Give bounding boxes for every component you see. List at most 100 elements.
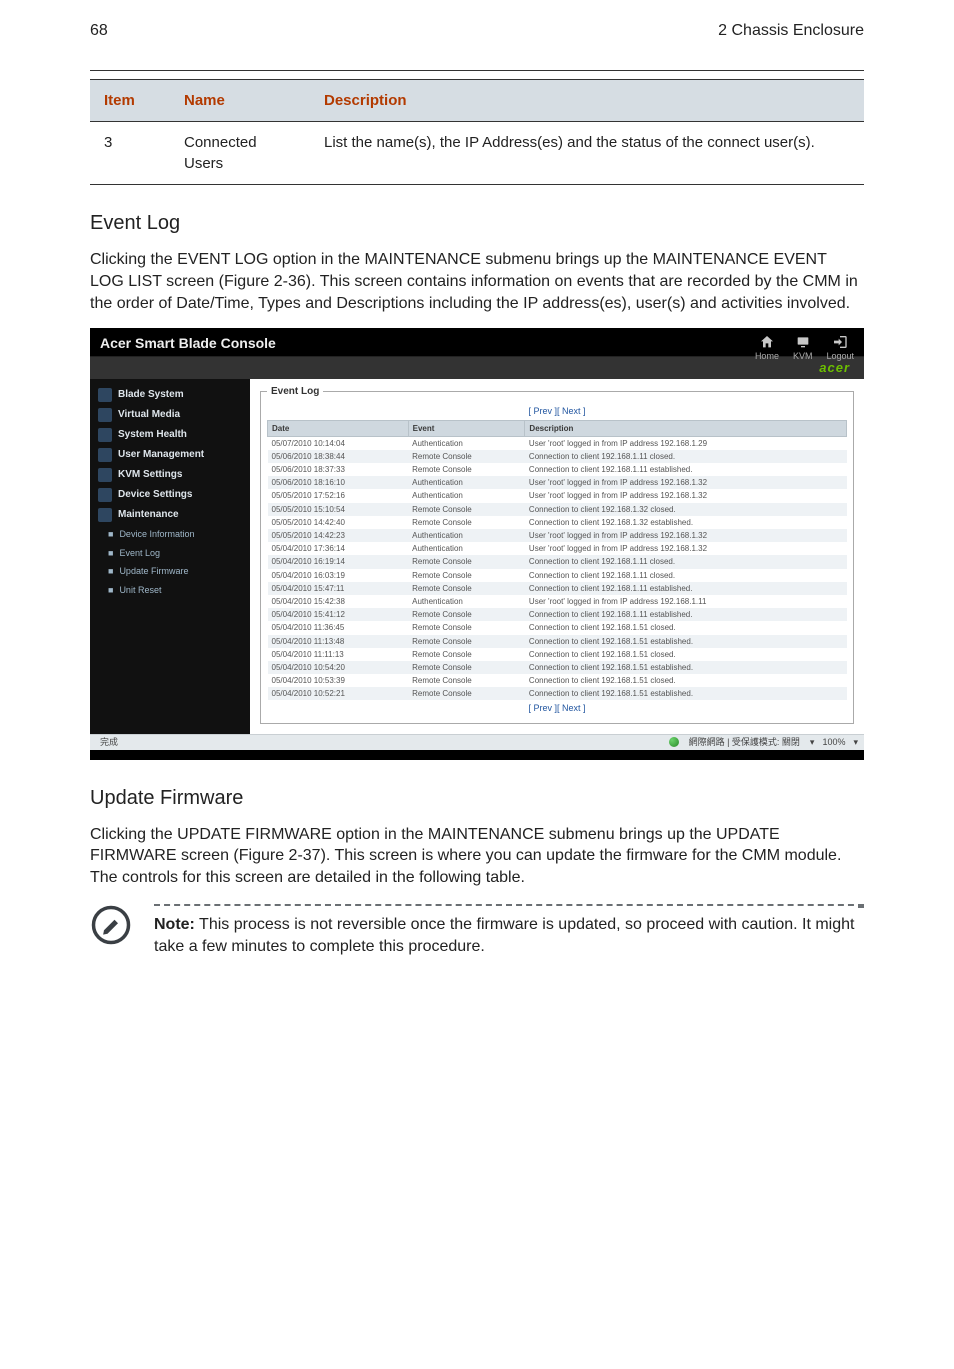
sidebar-sub-event-log[interactable]: ■Event Log xyxy=(90,544,250,563)
elog-cell-desc: Connection to client 192.168.1.51 establ… xyxy=(525,661,847,674)
elog-cell-desc: Connection to client 192.168.1.11 establ… xyxy=(525,608,847,621)
bullet-icon: ■ xyxy=(108,584,113,597)
elog-cell-date: 05/07/2010 10:14:04 xyxy=(268,436,409,450)
elog-cell-desc: User 'root' logged in from IP address 19… xyxy=(525,595,847,608)
elog-cell-event: Remote Console xyxy=(408,582,525,595)
bullet-icon: ■ xyxy=(108,565,113,578)
elog-row: 05/04/2010 15:41:12Remote ConsoleConnect… xyxy=(268,608,847,621)
note-label: Note: xyxy=(154,916,195,933)
event-log-pager-top[interactable]: [ Prev ][ Next ] xyxy=(267,405,847,418)
sidebar-label: Device Settings xyxy=(118,488,192,502)
elog-cell-desc: User 'root' logged in from IP address 19… xyxy=(525,476,847,489)
elog-row: 05/06/2010 18:37:33Remote ConsoleConnect… xyxy=(268,463,847,476)
update-firmware-heading: Update Firmware xyxy=(90,784,864,812)
elog-cell-event: Remote Console xyxy=(408,621,525,634)
pencil-note-icon xyxy=(90,904,132,946)
elog-row: 05/05/2010 15:10:54Remote ConsoleConnect… xyxy=(268,503,847,516)
kvm-label: KVM xyxy=(793,350,813,363)
sidebar-item-blade-system[interactable]: Blade System xyxy=(90,385,250,405)
sidebar-item-virtual-media[interactable]: Virtual Media xyxy=(90,405,250,425)
event-log-pager-bottom[interactable]: [ Prev ][ Next ] xyxy=(267,702,847,715)
elog-cell-desc: User 'root' logged in from IP address 19… xyxy=(525,529,847,542)
globe-icon xyxy=(669,737,679,747)
home-icon[interactable]: Home xyxy=(755,334,779,363)
elog-cell-date: 05/04/2010 10:54:20 xyxy=(268,661,409,674)
event-log-legend: Event Log xyxy=(267,385,323,399)
elog-cell-desc: Connection to client 192.168.1.32 establ… xyxy=(525,516,847,529)
sidebar-item-maintenance[interactable]: Maintenance xyxy=(90,505,250,525)
sidebar-sub-label: Device Information xyxy=(119,528,194,541)
elog-cell-date: 05/05/2010 14:42:40 xyxy=(268,516,409,529)
elog-cell-desc: Connection to client 192.168.1.11 establ… xyxy=(525,582,847,595)
update-firmware-paragraph: Clicking the UPDATE FIRMWARE option in t… xyxy=(90,824,864,889)
elog-cell-desc: Connection to client 192.168.1.11 establ… xyxy=(525,463,847,476)
elog-cell-desc: User 'root' logged in from IP address 19… xyxy=(525,436,847,450)
elog-cell-event: Authentication xyxy=(408,595,525,608)
description-table: Item Name Description 3 Connected Users … xyxy=(90,79,864,185)
grid-icon xyxy=(98,388,112,402)
elog-row: 05/04/2010 16:03:19Remote ConsoleConnect… xyxy=(268,569,847,582)
elog-cell-event: Authentication xyxy=(408,542,525,555)
elog-cell-date: 05/04/2010 17:36:14 xyxy=(268,542,409,555)
elog-cell-date: 05/04/2010 15:47:11 xyxy=(268,582,409,595)
console-title: Acer Smart Blade Console xyxy=(100,334,276,354)
elog-cell-desc: User 'root' logged in from IP address 19… xyxy=(525,542,847,555)
elog-row: 05/05/2010 14:42:40Remote ConsoleConnect… xyxy=(268,516,847,529)
elog-cell-desc: Connection to client 192.168.1.51 closed… xyxy=(525,621,847,634)
table-header-row: Item Name Description xyxy=(90,80,864,122)
cell-item: 3 xyxy=(90,122,170,185)
sidebar-sub-unit-reset[interactable]: ■ Unit Reset xyxy=(90,581,250,600)
elog-th-event: Event xyxy=(408,420,525,436)
elog-cell-event: Authentication xyxy=(408,489,525,502)
elog-cell-event: Remote Console xyxy=(408,463,525,476)
sidebar-sub-label: Unit Reset xyxy=(119,584,161,597)
header-rule xyxy=(90,70,864,71)
sidebar-item-user-management[interactable]: User Management xyxy=(90,445,250,465)
console-content: Event Log [ Prev ][ Next ] Date Event De… xyxy=(250,379,864,734)
sidebar-item-device-settings[interactable]: Device Settings xyxy=(90,485,250,505)
sidebar-label: KVM Settings xyxy=(118,468,182,482)
elog-cell-event: Authentication xyxy=(408,529,525,542)
elog-cell-event: Remote Console xyxy=(408,687,525,700)
elog-cell-event: Remote Console xyxy=(408,661,525,674)
elog-cell-date: 05/04/2010 15:41:12 xyxy=(268,608,409,621)
elog-cell-event: Remote Console xyxy=(408,608,525,621)
elog-row: 05/04/2010 17:36:14AuthenticationUser 'r… xyxy=(268,542,847,555)
console-header: Acer Smart Blade Console Home KVM Logout xyxy=(90,328,864,357)
elog-cell-date: 05/04/2010 11:36:45 xyxy=(268,621,409,634)
elog-cell-event: Remote Console xyxy=(408,635,525,648)
elog-row: 05/04/2010 10:53:39Remote ConsoleConnect… xyxy=(268,674,847,687)
elog-cell-date: 05/05/2010 15:10:54 xyxy=(268,503,409,516)
wrench-icon xyxy=(98,508,112,522)
console-top-icons: Home KVM Logout xyxy=(755,334,854,363)
elog-row: 05/04/2010 15:42:38AuthenticationUser 'r… xyxy=(268,595,847,608)
media-icon xyxy=(98,408,112,422)
sidebar-sub-device-information[interactable]: ■ Device Information xyxy=(90,525,250,544)
zoom-level[interactable]: 100% xyxy=(822,736,845,749)
elog-row: 05/04/2010 11:13:48Remote ConsoleConnect… xyxy=(268,635,847,648)
zoom-dropdown-icon[interactable]: ▾ xyxy=(810,736,815,749)
page-number: 68 xyxy=(90,20,108,42)
elog-cell-date: 05/05/2010 14:42:23 xyxy=(268,529,409,542)
logout-icon[interactable]: Logout xyxy=(826,334,854,363)
console-sidebar: Blade System Virtual Media System Health… xyxy=(90,379,250,734)
elog-th-desc: Description xyxy=(525,420,847,436)
event-log-paragraph: Clicking the EVENT LOG option in the MAI… xyxy=(90,249,864,314)
kvm-icon[interactable]: KVM xyxy=(793,334,813,363)
note-body: This process is not reversible once the … xyxy=(154,916,854,955)
elog-row: 05/05/2010 14:42:23AuthenticationUser 'r… xyxy=(268,529,847,542)
bullet-icon: ■ xyxy=(108,528,113,541)
status-done-label: 完成 xyxy=(96,736,118,749)
elog-row: 05/04/2010 16:19:14Remote ConsoleConnect… xyxy=(268,555,847,568)
elog-cell-date: 05/04/2010 16:03:19 xyxy=(268,569,409,582)
sidebar-label: System Health xyxy=(118,428,187,442)
sidebar-sub-update-firmware[interactable]: ■Update Firmware xyxy=(90,562,250,581)
event-log-heading: Event Log xyxy=(90,209,864,237)
zoom-dropdown-icon[interactable]: ▾ xyxy=(853,736,858,749)
status-net-label: 網際網路 | 受保護模式: 關閉 xyxy=(689,736,800,749)
sidebar-item-system-health[interactable]: System Health xyxy=(90,425,250,445)
elog-row: 05/04/2010 11:36:45Remote ConsoleConnect… xyxy=(268,621,847,634)
sidebar-item-kvm-settings[interactable]: KVM Settings xyxy=(90,465,250,485)
elog-cell-desc: User 'root' logged in from IP address 19… xyxy=(525,489,847,502)
elog-cell-desc: Connection to client 192.168.1.51 establ… xyxy=(525,635,847,648)
